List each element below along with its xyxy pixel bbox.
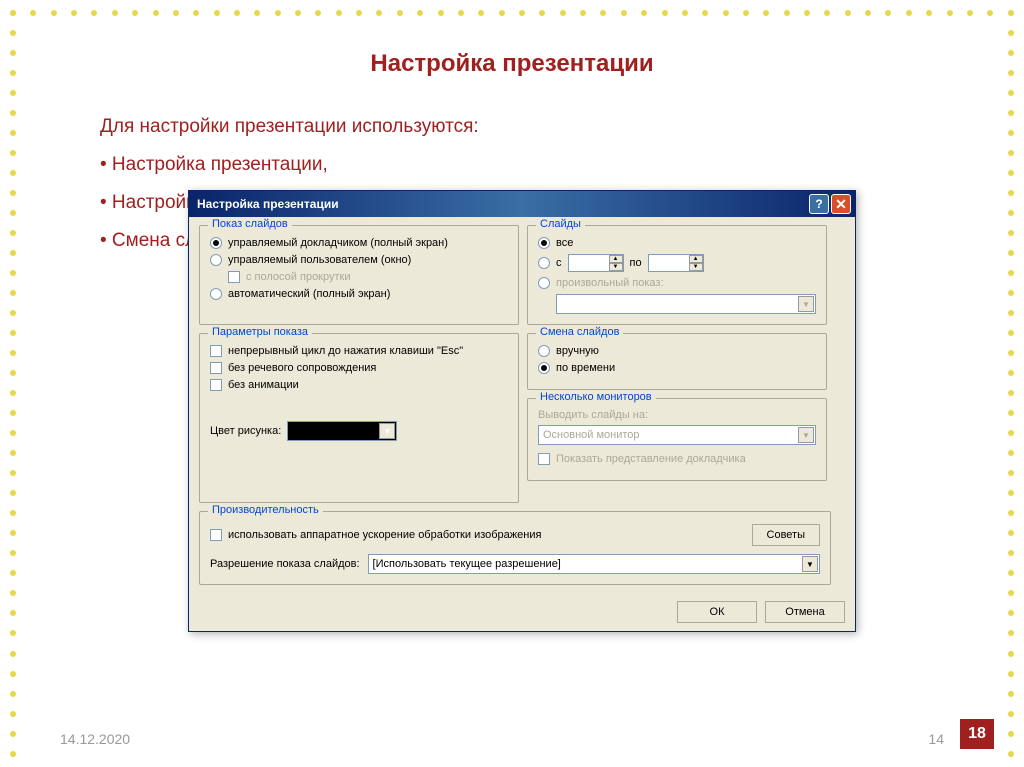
- slides-legend: Слайды: [536, 218, 585, 230]
- slide-bullet-1: • Настройка презентации,: [100, 146, 984, 184]
- slide-intro: Для настройки презентации используются:: [100, 108, 984, 146]
- monitor-dropdown: Основной монитор ▼: [538, 425, 816, 445]
- label-to: по: [630, 257, 642, 269]
- dialog-footer: ОК Отмена: [189, 593, 855, 631]
- checkbox-loop[interactable]: [210, 345, 222, 357]
- radio-range[interactable]: [538, 257, 550, 269]
- radio-custom-show: [538, 277, 550, 289]
- radio-presenter[interactable]: [210, 237, 222, 249]
- radio-auto[interactable]: [210, 288, 222, 300]
- radio-manual[interactable]: [538, 345, 550, 357]
- dropdown-arrow-icon: ▼: [798, 296, 814, 312]
- slide-footer: 14.12.2020 14: [60, 731, 944, 747]
- spinner-from-input[interactable]: [569, 255, 609, 271]
- ok-button[interactable]: ОК: [677, 601, 757, 623]
- radio-all-slides[interactable]: [538, 237, 550, 249]
- spinner-to-input[interactable]: [649, 255, 689, 271]
- label-custom-show: произвольный показ:: [556, 277, 664, 289]
- params-legend: Параметры показа: [208, 326, 312, 338]
- label-auto: автоматический (полный экран): [228, 288, 390, 300]
- label-manual: вручную: [556, 345, 599, 357]
- tips-button[interactable]: Советы: [752, 524, 820, 546]
- label-presenter-view: Показать представление докладчика: [556, 453, 746, 465]
- label-from: с: [556, 257, 562, 269]
- checkbox-presenter-view: [538, 453, 550, 465]
- advance-legend: Смена слайдов: [536, 326, 623, 338]
- monitor-value: Основной монитор: [543, 429, 640, 441]
- show-type-group: Показ слайдов управляемый докладчиком (п…: [199, 225, 519, 325]
- slide-title: Настройка презентации: [40, 50, 984, 78]
- performance-group: Производительность использовать аппаратн…: [199, 511, 831, 585]
- pen-color-dropdown[interactable]: ▼: [287, 421, 397, 441]
- perf-legend: Производительность: [208, 504, 323, 516]
- dropdown-arrow-icon: ▼: [798, 427, 814, 443]
- resolution-value: [Использовать текущее разрешение]: [373, 558, 561, 570]
- checkbox-scrollbar: [228, 271, 240, 283]
- footer-page: 14: [928, 731, 944, 747]
- custom-show-dropdown: ▼: [556, 294, 816, 314]
- close-button[interactable]: ✕: [831, 194, 851, 214]
- label-timed: по времени: [556, 362, 615, 374]
- radio-user[interactable]: [210, 254, 222, 266]
- titlebar[interactable]: Настройка презентации ? ✕: [189, 191, 855, 217]
- label-no-animation: без анимации: [228, 379, 299, 391]
- titlebar-text: Настройка презентации: [197, 197, 807, 211]
- resolution-dropdown[interactable]: [Использовать текущее разрешение] ▼: [368, 554, 820, 574]
- label-no-narration: без речевого сопровождения: [228, 362, 376, 374]
- checkbox-no-animation[interactable]: [210, 379, 222, 391]
- checkbox-hw-accel[interactable]: [210, 529, 222, 541]
- show-params-group: Параметры показа непрерывный цикл до наж…: [199, 333, 519, 503]
- spinner-to[interactable]: ▲▼: [648, 254, 704, 272]
- help-button[interactable]: ?: [809, 194, 829, 214]
- show-type-legend: Показ слайдов: [208, 218, 292, 230]
- radio-timed[interactable]: [538, 362, 550, 374]
- cancel-button[interactable]: Отмена: [765, 601, 845, 623]
- label-output-on: Выводить слайды на:: [538, 409, 816, 421]
- spinner-from[interactable]: ▲▼: [568, 254, 624, 272]
- advance-group: Смена слайдов вручную по времени: [527, 333, 827, 390]
- page-badge: 18: [960, 719, 994, 749]
- monitors-legend: Несколько мониторов: [536, 391, 656, 403]
- dropdown-arrow-icon[interactable]: ▼: [379, 423, 395, 439]
- label-user: управляемый пользователем (окно): [228, 254, 411, 266]
- monitors-group: Несколько мониторов Выводить слайды на: …: [527, 398, 827, 481]
- dropdown-arrow-icon[interactable]: ▼: [802, 556, 818, 572]
- checkbox-no-narration[interactable]: [210, 362, 222, 374]
- label-hw-accel: использовать аппаратное ускорение обрабо…: [228, 529, 541, 541]
- label-pen-color: Цвет рисунка:: [210, 425, 281, 437]
- label-scrollbar: с полосой прокрутки: [246, 271, 350, 283]
- label-loop: непрерывный цикл до нажатия клавиши "Esc…: [228, 345, 463, 357]
- presentation-settings-dialog: Настройка презентации ? ✕ Показ слайдов …: [188, 190, 856, 632]
- footer-date: 14.12.2020: [60, 731, 130, 747]
- label-all-slides: все: [556, 237, 573, 249]
- label-presenter: управляемый докладчиком (полный экран): [228, 237, 448, 249]
- label-resolution: Разрешение показа слайдов:: [210, 558, 360, 570]
- slides-group: Слайды все с ▲▼ по ▲▼ произв: [527, 225, 827, 325]
